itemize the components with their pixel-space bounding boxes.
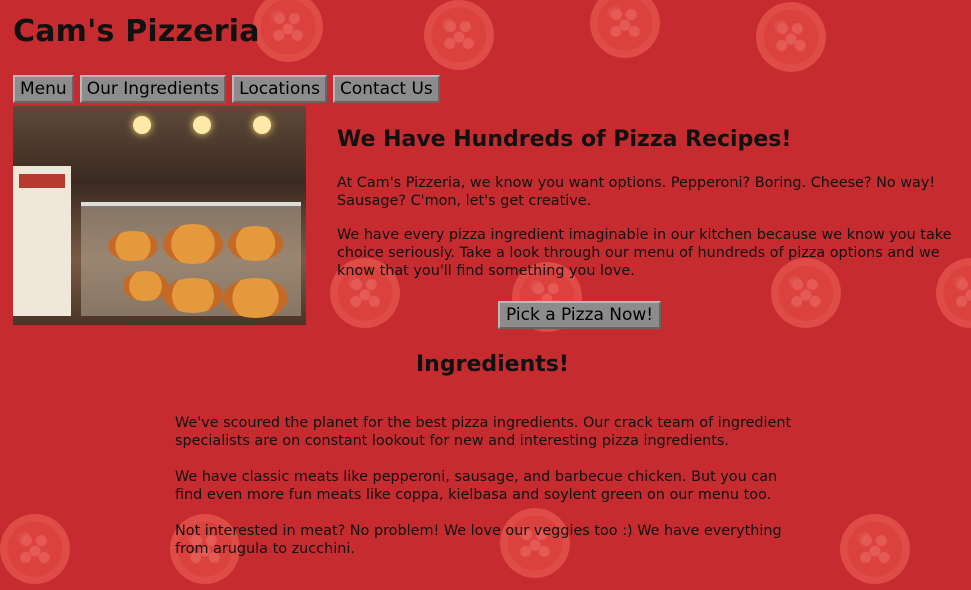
recipes-paragraph: We have every pizza ingredient imaginabl…	[337, 227, 952, 279]
nav-locations-button[interactable]: Locations	[232, 75, 327, 103]
background-pizza-icon	[0, 514, 70, 584]
pizzeria-photo	[13, 106, 306, 325]
background-pizza-icon	[424, 0, 494, 70]
ingredients-paragraph: Not interested in meat? No problem! We l…	[175, 523, 782, 557]
background-pizza-icon	[590, 0, 660, 58]
background-pizza-icon	[840, 514, 910, 584]
background-pizza-icon	[253, 0, 323, 62]
ingredients-section: We've scoured the planet for the best pi…	[175, 414, 795, 576]
nav-contact-button[interactable]: Contact Us	[332, 75, 440, 103]
nav-ingredients-button[interactable]: Our Ingredients	[79, 75, 227, 103]
ingredients-heading: Ingredients!	[416, 352, 569, 377]
recipes-paragraph: At Cam's Pizzeria, we know you want opti…	[337, 175, 936, 209]
pick-a-pizza-button[interactable]: Pick a Pizza Now!	[498, 301, 662, 329]
background-pizza-icon	[756, 2, 826, 72]
ingredients-paragraph: We've scoured the planet for the best pi…	[175, 415, 792, 449]
ingredients-paragraph: We have classic meats like pepperoni, sa…	[175, 469, 778, 503]
site-title: Cam's Pizzeria	[13, 14, 260, 49]
nav-menu-button[interactable]: Menu	[13, 75, 74, 103]
recipes-section: We Have Hundreds of Pizza Recipes! At Ca…	[337, 127, 957, 296]
main-nav: Menu Our Ingredients Locations Contact U…	[13, 75, 440, 103]
recipes-heading: We Have Hundreds of Pizza Recipes!	[337, 127, 792, 152]
